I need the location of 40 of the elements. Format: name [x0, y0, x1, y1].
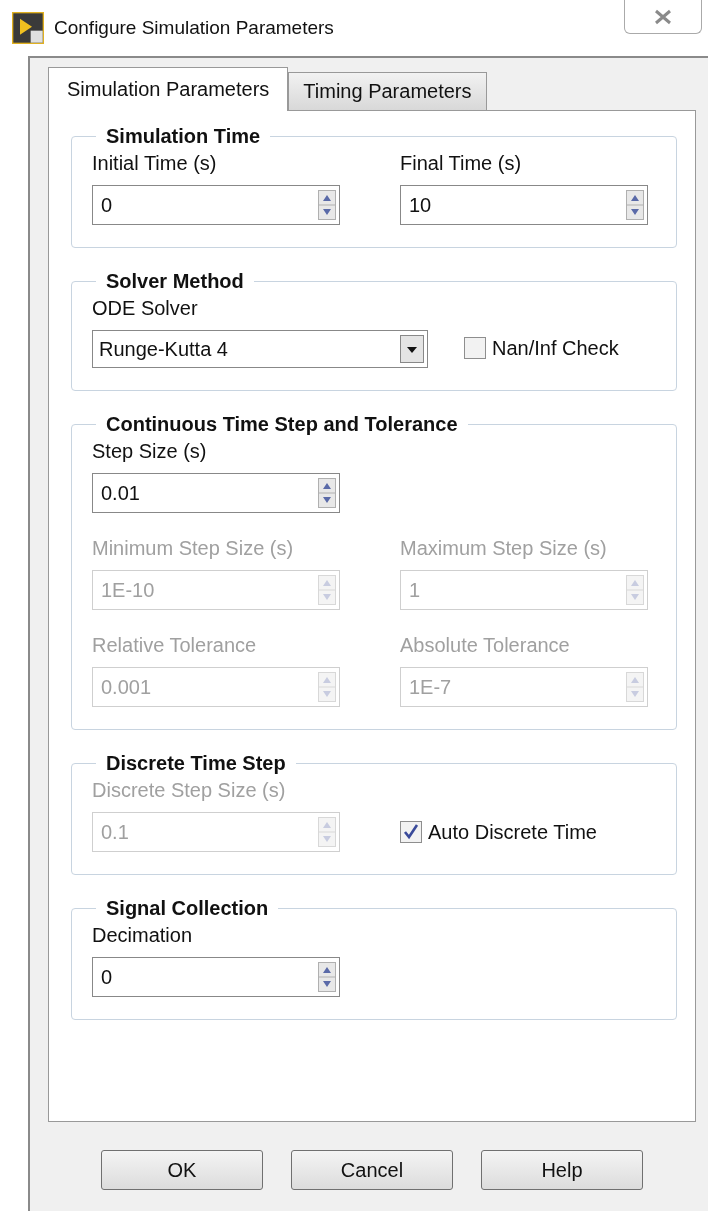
spinner-icon	[318, 817, 336, 847]
field-label: Decimation	[92, 924, 194, 947]
number-field[interactable]: 0.01	[92, 473, 340, 513]
field-label: Minimum Step Size (s)	[92, 537, 295, 560]
field-label: Relative Tolerance	[92, 634, 258, 657]
spinner-icon	[318, 478, 336, 508]
group-title: Solver Method	[105, 270, 245, 293]
tab[interactable]: Simulation Parameters	[48, 67, 289, 111]
group-title: Discrete Time Step	[105, 752, 287, 775]
group-title: Continuous Time Step and Tolerance	[105, 413, 459, 436]
number-field[interactable]: 0	[92, 185, 340, 225]
spinner-icon	[626, 190, 644, 220]
field-label: Step Size (s)	[92, 440, 208, 463]
spinner-icon	[318, 672, 336, 702]
close-button[interactable]	[624, 0, 702, 34]
field-label: Absolute Tolerance	[400, 634, 571, 657]
tab[interactable]: Timing Parameters	[288, 72, 487, 110]
group-title: Signal Collection	[105, 897, 270, 920]
spinner-icon	[318, 962, 336, 992]
dialog-button[interactable]: Help	[481, 1150, 643, 1190]
number-field[interactable]: 0	[92, 957, 340, 997]
group-title: Simulation Time	[105, 125, 262, 148]
field-label: Maximum Step Size (s)	[400, 537, 608, 560]
window-title: Configure Simulation Parameters	[54, 17, 334, 39]
spinner-icon	[318, 190, 336, 220]
field-label: Final Time (s)	[400, 152, 523, 175]
close-icon	[653, 8, 673, 25]
number-field[interactable]: 10	[400, 185, 648, 225]
dialog-button[interactable]: OK	[101, 1150, 263, 1190]
spinner-icon	[626, 672, 644, 702]
field-label: Initial Time (s)	[92, 152, 218, 175]
checkbox-option[interactable]: Auto Discrete Time	[400, 812, 597, 852]
field-label: ODE Solver	[92, 297, 199, 320]
checkbox-option[interactable]: Nan/Inf Check	[464, 328, 619, 368]
field-label: Discrete Step Size (s)	[92, 779, 287, 802]
spinner-icon	[318, 575, 336, 605]
app-icon	[12, 12, 44, 44]
dialog-button[interactable]: Cancel	[291, 1150, 453, 1190]
solver-dropdown[interactable]: Runge-Kutta 4	[92, 330, 428, 368]
spinner-icon	[626, 575, 644, 605]
